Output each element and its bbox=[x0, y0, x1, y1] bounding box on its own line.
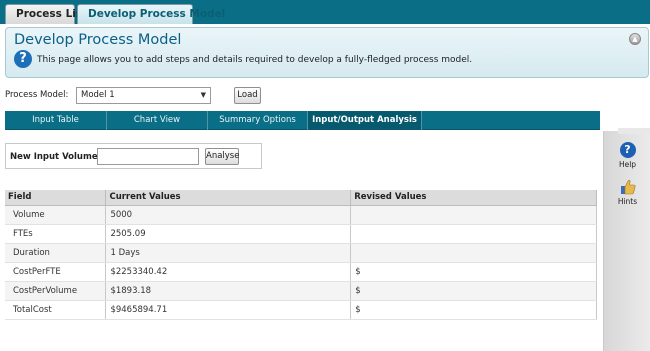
current-value-cell: $1893.18 bbox=[105, 281, 352, 301]
top-tab-bar: Process List Develop Process Model bbox=[0, 0, 650, 24]
current-value-cell: 5000 bbox=[105, 205, 352, 225]
revised-value-cell: $ bbox=[350, 262, 597, 282]
process-model-select[interactable]: Model 1 ▼ bbox=[76, 87, 211, 104]
column-header-current-values: Current Values bbox=[105, 190, 352, 206]
field-cell: Volume bbox=[5, 205, 107, 225]
table-row: CostPerVolume $1893.18 $ bbox=[5, 281, 597, 301]
revised-value-cell: $ bbox=[350, 300, 597, 320]
page-header: Develop Process Model ? This page allows… bbox=[5, 27, 649, 78]
values-table: Field Current Values Revised Values Volu… bbox=[5, 190, 597, 320]
tab-process-list[interactable]: Process List bbox=[5, 4, 87, 24]
help-icon: ? bbox=[619, 142, 636, 158]
table-row: CostPerFTE $2253340.42 $ bbox=[5, 262, 597, 282]
side-panel: ? Help Hints bbox=[603, 128, 650, 351]
field-cell: TotalCost bbox=[5, 300, 107, 320]
column-header-field: Field bbox=[5, 190, 107, 206]
table-row: Duration 1 Days bbox=[5, 243, 597, 263]
thumbs-up-icon bbox=[620, 180, 635, 195]
revised-value-cell bbox=[350, 205, 597, 225]
new-input-volume-input[interactable] bbox=[97, 148, 199, 165]
new-input-volume-label: New Input Volume: bbox=[10, 152, 102, 162]
current-value-cell: $2253340.42 bbox=[105, 262, 352, 282]
tab-develop-process-model[interactable]: Develop Process Model bbox=[77, 4, 225, 24]
field-cell: FTEs bbox=[5, 224, 107, 244]
tab-summary-options[interactable]: Summary Options bbox=[208, 111, 308, 130]
table-row: Volume 5000 bbox=[5, 205, 597, 225]
revised-value-cell: $ bbox=[350, 281, 597, 301]
load-button[interactable]: Load bbox=[234, 87, 261, 104]
help-button[interactable]: ? Help bbox=[604, 142, 650, 169]
revised-value-cell bbox=[350, 224, 597, 244]
field-cell: CostPerVolume bbox=[5, 281, 107, 301]
help-label: Help bbox=[618, 160, 637, 169]
tab-input-output-analysis[interactable]: Input/Output Analysis bbox=[308, 111, 422, 130]
side-panel-tab bbox=[618, 128, 650, 134]
current-value-cell: 1 Days bbox=[105, 243, 352, 263]
page-title: Develop Process Model bbox=[14, 32, 182, 48]
tab-input-table[interactable]: Input Table bbox=[5, 111, 107, 130]
table-row: TotalCost $9465894.71 $ bbox=[5, 300, 597, 320]
current-value-cell: 2505.09 bbox=[105, 224, 352, 244]
current-value-cell: $9465894.71 bbox=[105, 300, 352, 320]
column-header-revised-values: Revised Values bbox=[350, 190, 597, 206]
process-model-selected: Model 1 bbox=[81, 90, 115, 100]
process-model-label: Process Model: bbox=[5, 90, 69, 100]
revised-value-cell bbox=[350, 243, 597, 263]
page-description: This page allows you to add steps and de… bbox=[37, 55, 473, 65]
field-cell: CostPerFTE bbox=[5, 262, 107, 282]
hints-label: Hints bbox=[617, 197, 638, 206]
analyse-button[interactable]: Analyse bbox=[205, 148, 239, 165]
hints-button[interactable]: Hints bbox=[604, 179, 650, 206]
tab-chart-view[interactable]: Chart View bbox=[107, 111, 208, 130]
collapse-icon[interactable]: ▲ bbox=[629, 33, 641, 45]
dropdown-arrow-icon: ▼ bbox=[200, 91, 206, 99]
table-row: FTEs 2505.09 bbox=[5, 224, 597, 244]
analysis-tab-bar: Input Table Chart View Summary Options I… bbox=[5, 111, 600, 130]
question-icon: ? bbox=[14, 50, 32, 68]
field-cell: Duration bbox=[5, 243, 107, 263]
